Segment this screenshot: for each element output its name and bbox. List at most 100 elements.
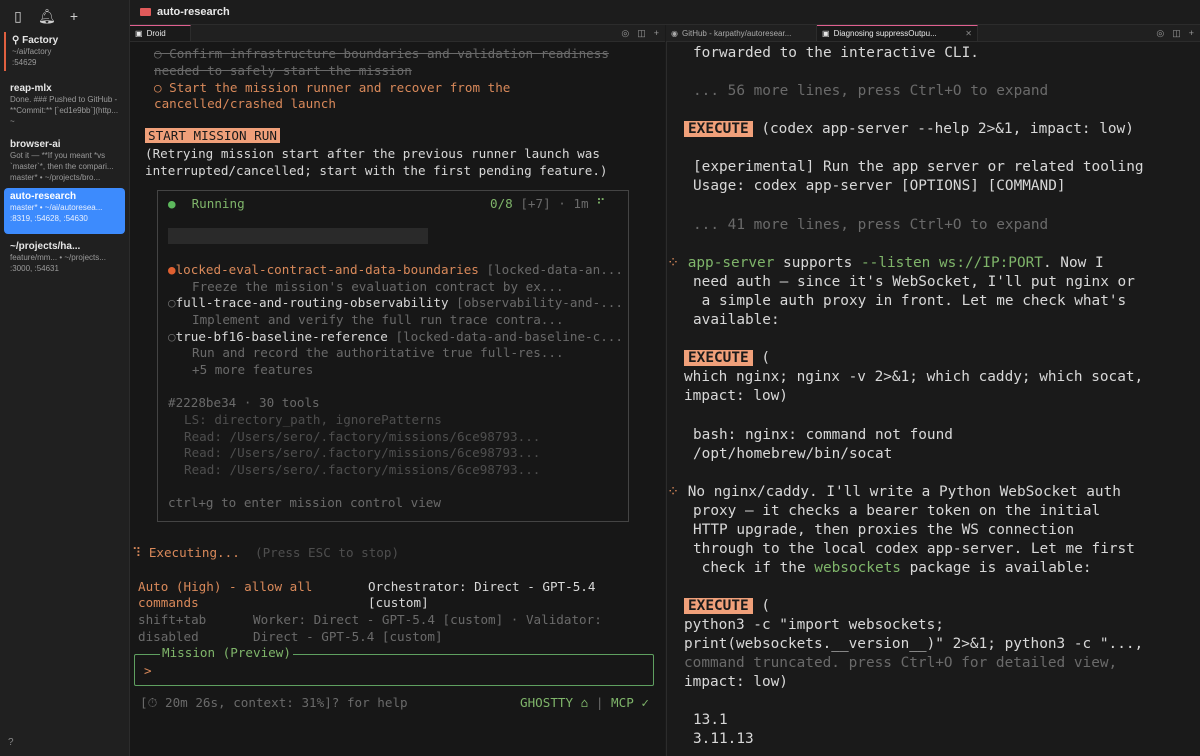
tool-line: Read: /Users/sero/.factory/missions/6ce9… — [184, 462, 541, 477]
plus-icon[interactable]: + — [654, 28, 659, 38]
close-icon[interactable]: ✕ — [965, 29, 972, 38]
codex-terminal[interactable]: forwarded to the interactive CLI. ... 56… — [666, 42, 1200, 756]
worker-info-cont: Direct - GPT-5.4 [custom] — [253, 629, 443, 644]
execute-command: ( — [761, 598, 770, 614]
ghost-icon: ⌂ — [580, 695, 589, 710]
terminal-icon: ▣ — [822, 29, 830, 38]
folder-icon — [140, 8, 151, 16]
task-line: cancelled/crashed launch — [154, 96, 336, 111]
autonomy-level-cont: commands — [138, 595, 199, 610]
start-desc: (Retrying mission start after the previo… — [145, 146, 600, 161]
task-line: ○ Confirm infrastructure boundaries and … — [154, 46, 609, 61]
right-tabbar: ◉ GitHub - karpathy/autoresear... ▣ Diag… — [666, 25, 1200, 42]
execute-badge: EXECUTE — [684, 121, 753, 137]
running-dot-icon: ● — [168, 196, 176, 211]
feature-tag: [observability-and-... — [448, 295, 623, 310]
disabled-label: disabled — [138, 629, 199, 644]
globe-icon[interactable]: ◎ — [621, 28, 629, 39]
sidebar-item-line: `master`*, then the compari... — [10, 162, 114, 171]
prompt-symbol: > — [144, 663, 152, 678]
message-text: HTTP upgrade, then proxies the WS connec… — [693, 522, 1075, 538]
feature-desc: Freeze the mission's evaluation contract… — [192, 279, 564, 294]
inline-code: --listen ws://IP:PORT — [861, 255, 1043, 271]
split-icon[interactable]: ◫ — [1172, 28, 1181, 39]
execute-command: impact: low) — [684, 674, 788, 690]
sidebar-item-auto-research[interactable]: auto-research master* • ~/ai/autoresea..… — [4, 188, 125, 234]
plus-icon[interactable]: + — [66, 8, 82, 25]
sidebar-item-line: Got it — **If you meant *vs — [10, 151, 106, 160]
start-mission-badge: START MISSION RUN — [145, 128, 280, 143]
progress-bar — [168, 228, 428, 244]
input-label: Mission (Preview) — [160, 645, 293, 660]
droid-terminal[interactable]: ○ Confirm infrastructure boundaries and … — [130, 42, 665, 756]
message-text: No nginx/caddy. I'll write a Python WebS… — [687, 484, 1121, 500]
mcp-status: MCP ✓ — [611, 695, 649, 710]
right-tab-actions: ◎ ◫ + — [1156, 25, 1200, 41]
execute-command: impact: low) — [684, 388, 788, 404]
run-progress: 0/8 — [490, 196, 513, 211]
ctrl-hint: ctrl+g to enter mission control view — [168, 495, 441, 510]
output-line: bash: nginx: command not found — [693, 427, 953, 443]
output-line: Usage: codex app-server [OPTIONS] [COMMA… — [693, 178, 1066, 194]
autonomy-level[interactable]: Auto (High) - allow all — [138, 579, 312, 594]
sidebar-item-line: master* • ~/ai/autoresea... — [10, 203, 103, 212]
sidebar-item-title: auto-research — [10, 191, 77, 202]
execute-badge: EXECUTE — [684, 350, 753, 366]
execute-command: (codex app-server --help 2>&1, impact: l… — [761, 121, 1134, 137]
tab-diagnosing[interactable]: ▣ Diagnosing suppressOutpu... ✕ — [817, 25, 978, 41]
execute-command: ( — [761, 350, 770, 366]
sidebar-item-line: Done. ### Pushed to GitHub - — [10, 95, 118, 104]
output-line: [experimental] Run the app server or rel… — [693, 159, 1144, 175]
pending-dot-icon: ○ — [168, 329, 176, 344]
sidebar-item-line: master* • ~/projects/bro... — [10, 173, 101, 182]
task-line: ○ Start the mission runner and recover f… — [154, 80, 511, 95]
output-line: 3.11.13 — [693, 731, 754, 747]
spinner-icon: ⠹ — [132, 545, 149, 560]
sidebar-item-path: ~/ai/factory — [12, 47, 52, 56]
assistant-spark-icon: ⁘ — [667, 255, 680, 271]
inline-code: app-server — [687, 255, 775, 271]
tab-github[interactable]: ◉ GitHub - karpathy/autoresear... — [666, 25, 817, 41]
executing-label: Executing... — [148, 545, 240, 560]
sidebar-item-title: Factory — [22, 35, 59, 46]
start-desc: interrupted/cancelled; start with the fi… — [145, 163, 608, 178]
assistant-spark-icon: ⁘ — [667, 484, 680, 500]
terminal-icon: ▣ — [135, 29, 143, 38]
sidebar-item-reap-mlx[interactable]: reap-mlx Done. ### Pushed to GitHub - **… — [4, 80, 125, 130]
output-line: 13.1 — [693, 712, 728, 728]
run-extra: [+7] · 1m — [520, 196, 589, 211]
feature-tag: [locked-data-an... — [478, 262, 623, 277]
tools-header: #2228be34 · 30 tools — [168, 395, 320, 410]
execute-command: python3 -c "import websockets; — [684, 617, 944, 633]
sidebar-item-browser-ai[interactable]: browser-ai Got it — **If you meant *vs `… — [4, 136, 125, 186]
output-line: /opt/homebrew/bin/socat — [693, 446, 893, 462]
execute-command: print(websockets.__version__)" 2>&1; pyt… — [684, 636, 1144, 652]
sidebar-toggle-icon[interactable]: ▯ — [10, 8, 26, 25]
ghostty-label: GHOSTTY — [520, 695, 574, 710]
help-icon[interactable]: ? — [8, 737, 14, 748]
tool-line: Read: /Users/sero/.factory/missions/6ce9… — [184, 445, 541, 460]
esc-hint: (Press ESC to stop) — [254, 545, 400, 560]
plus-icon[interactable]: + — [1189, 28, 1194, 38]
sidebar-item-factory[interactable]: ⚲ Factory ~/ai/factory :54629 — [4, 32, 125, 71]
message-text: . Now I — [1042, 255, 1104, 271]
shift-tab-hint: shift+tab — [138, 612, 207, 627]
left-tabbar: ▣ Droid ◎ ◫ + — [130, 25, 665, 42]
message-text: check if the — [693, 560, 815, 576]
tab-droid[interactable]: ▣ Droid — [130, 25, 191, 41]
globe-icon[interactable]: ◎ — [1156, 28, 1164, 39]
sidebar-item-projects[interactable]: ~/projects/ha... feature/mm... • ~/proje… — [4, 238, 125, 277]
feature-name: full-trace-and-routing-observability — [175, 295, 449, 310]
expand-hint: ... 56 more lines, press Ctrl+O to expan… — [693, 83, 1049, 99]
split-icon[interactable]: ◫ — [637, 28, 646, 39]
tab-label: GitHub - karpathy/autoresear... — [681, 28, 792, 38]
message-text: available: — [693, 312, 780, 328]
sidebar: ▯ 🔔︎ + ⚲ Factory ~/ai/factory :54629 rea… — [0, 0, 130, 756]
more-features: +5 more features — [192, 362, 314, 377]
truncation-hint: command truncated. press Ctrl+O for deta… — [684, 655, 1118, 671]
feature-name: true-bf16-baseline-reference — [175, 329, 388, 344]
bell-icon[interactable]: 🔔︎ — [38, 8, 56, 25]
pin-icon: ⚲ — [12, 35, 23, 46]
message-text: package is available: — [900, 560, 1092, 576]
message-text: proxy — it checks a bearer token on the … — [693, 503, 1101, 519]
